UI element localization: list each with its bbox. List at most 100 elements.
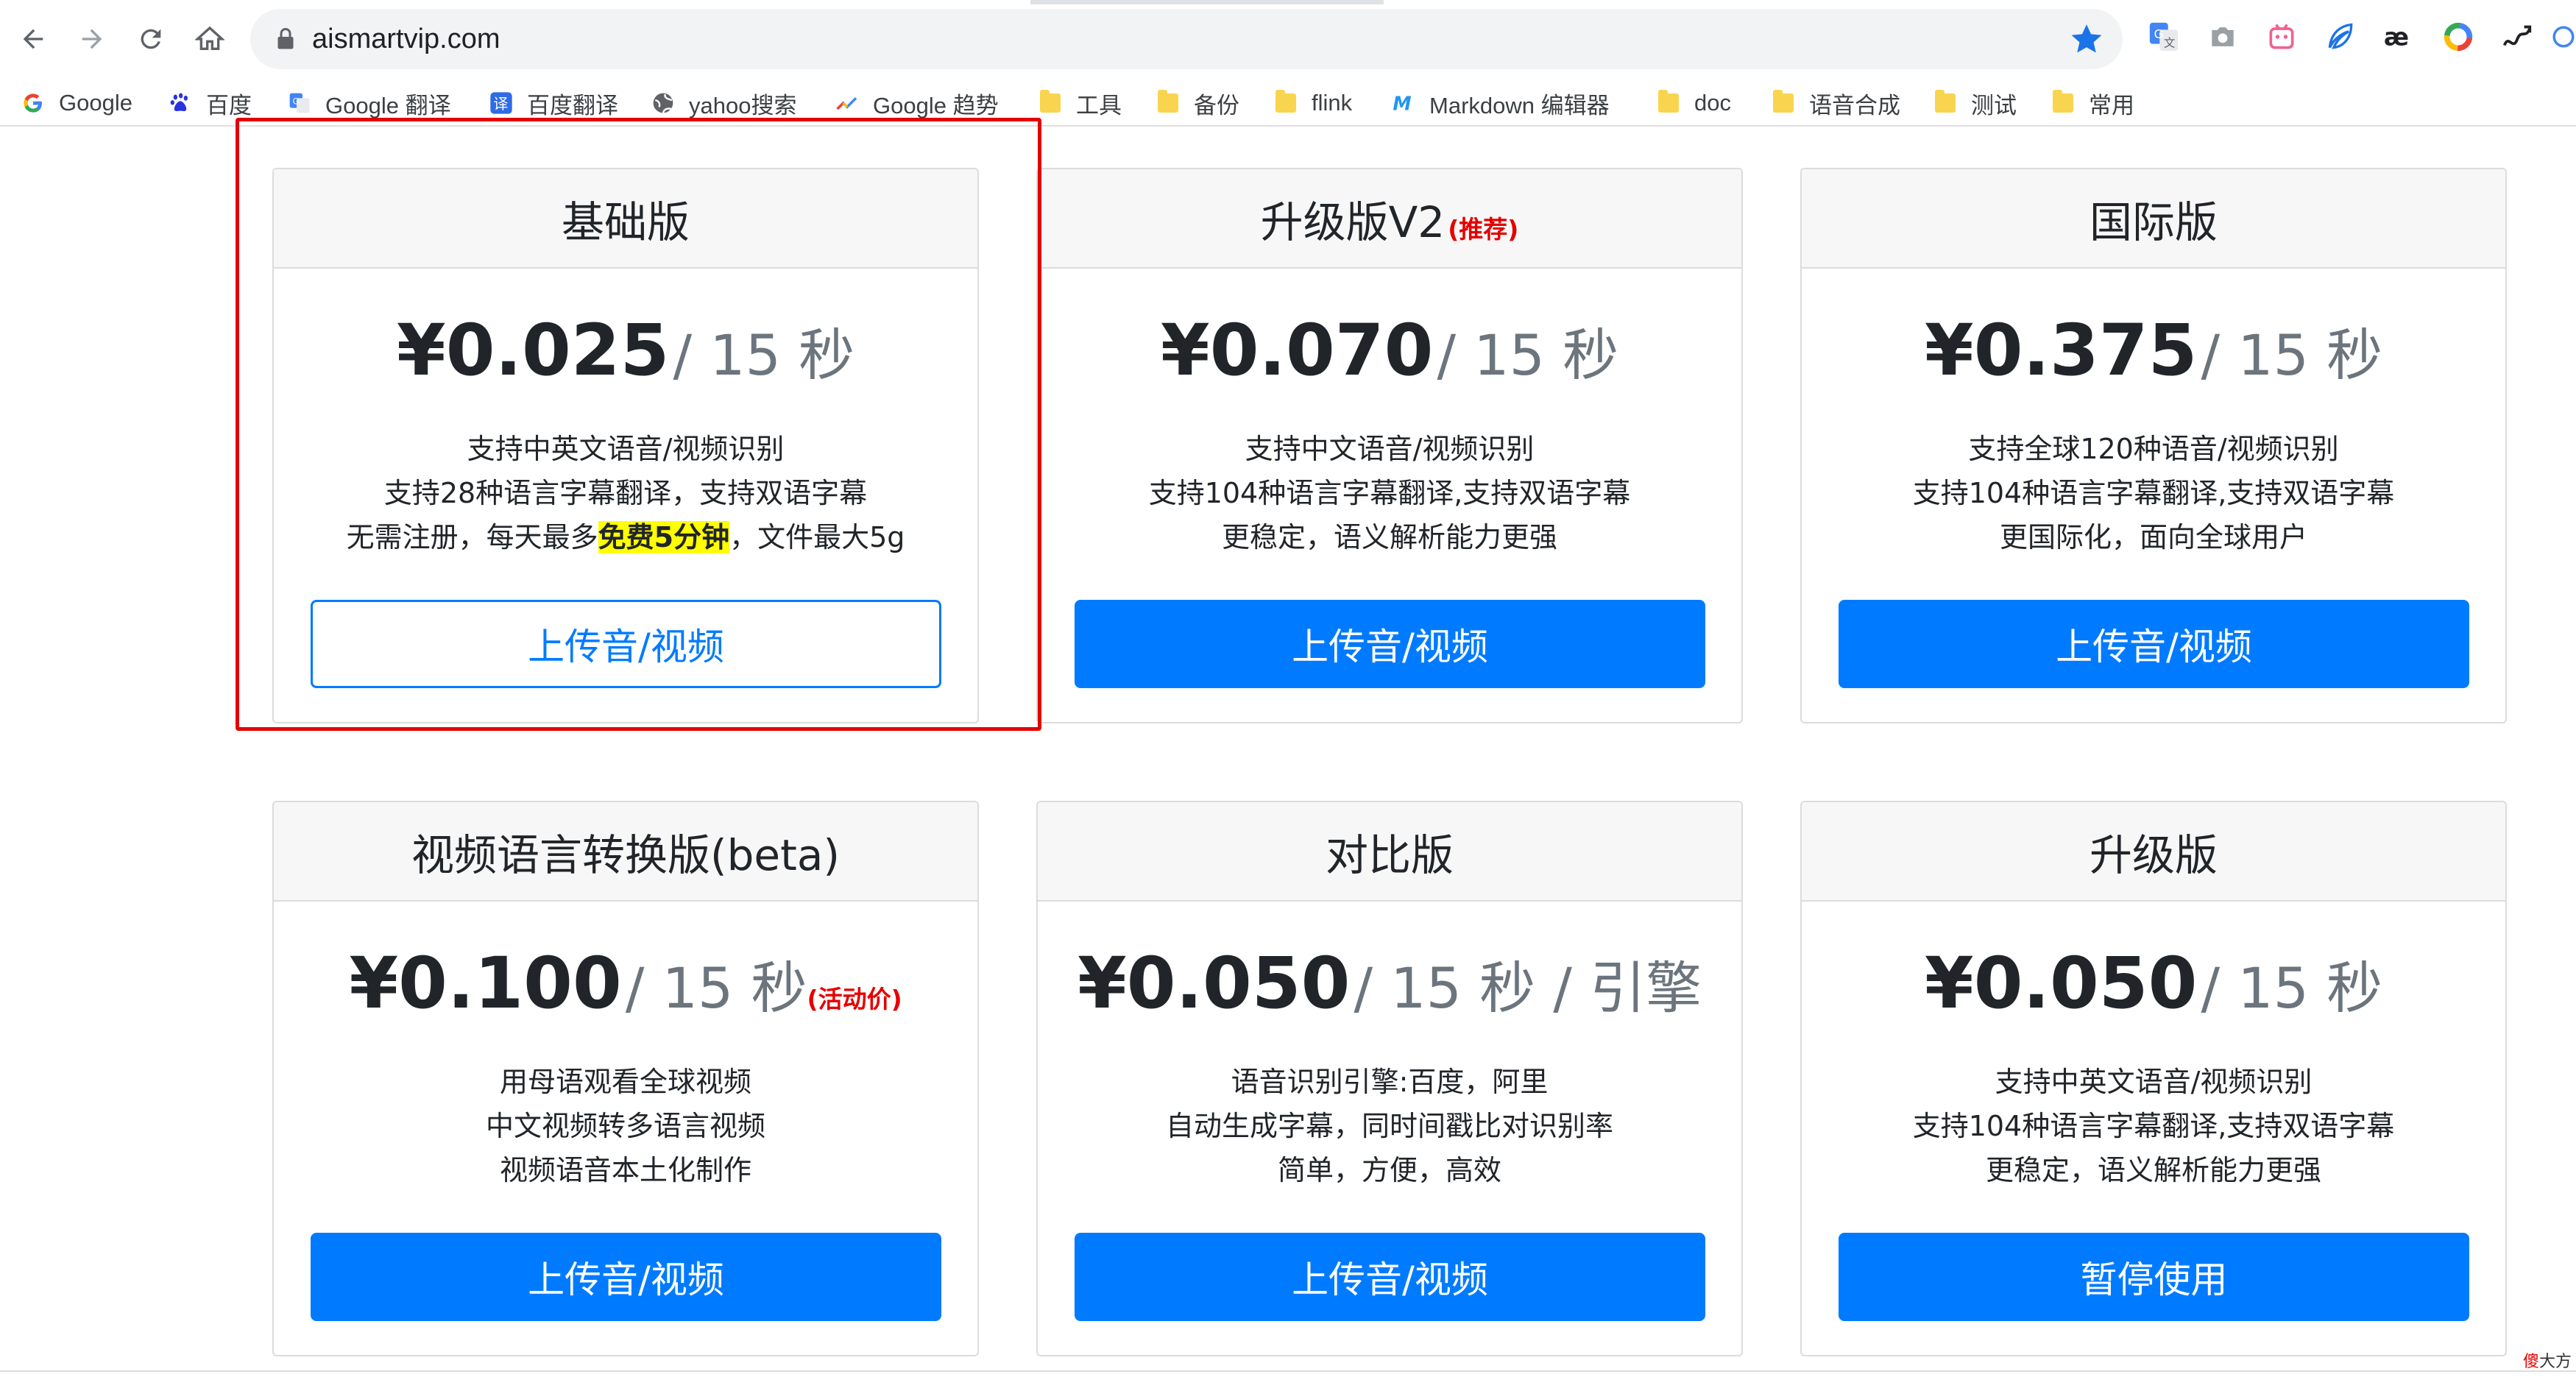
bookmark-label: Google 翻译 [325,92,451,118]
bookmark-folder-test[interactable]: 测试 [1933,84,2017,122]
extension-ae[interactable]: æ [2379,16,2420,57]
color-ring-icon [2444,22,2473,52]
feature-item: 支持中英文语音/视频识别 [467,433,785,465]
folder-icon [1156,90,1181,116]
svg-text:G: G [293,96,300,106]
price-unit: / 15 秒 / 引擎 [1354,955,1702,1021]
feature-item: 自动生成字幕，同时间戳比对识别率 [1165,1110,1613,1142]
feature-item: 更国际化，面向全球用户 [1999,521,2307,553]
partial-extension-icon [2552,26,2575,48]
arrow-left-icon [23,29,43,49]
bookmark-label: Markdown 编辑器 [1429,92,1610,118]
price-row: ¥0.025 / 15 秒 [274,309,977,392]
upload-button-basic[interactable]: 上传音/视频 [311,600,941,688]
price-row: ¥0.050 / 15 秒 / 引擎 [1038,942,1741,1024]
home-button[interactable] [187,16,233,62]
bookmark-folder-flink[interactable]: flink [1273,84,1352,122]
inactive-tab-edge[interactable] [1384,0,2576,4]
bookmark-folder-doc[interactable]: doc [1656,84,1731,122]
address-bar[interactable]: aismartvip.com [250,9,2123,69]
feature-list: 支持全球120种语音/视频识别 支持104种语言字幕翻译,支持双语字幕 更国际化… [1802,427,2505,559]
pricing-card-international: 国际版 ¥0.375 / 15 秒 支持全球120种语音/视频识别 支持104种… [1800,168,2507,723]
svg-text:M: M [1393,92,1411,114]
bookmark-star-icon[interactable] [2068,21,2105,57]
feature-text: ，文件最大5g [729,521,905,553]
bookmark-baidu-translate[interactable]: 译 百度翻译 [489,84,618,122]
card-title: 对比版 [1038,802,1741,902]
price: ¥0.050 [1077,942,1351,1024]
folder-icon [1933,90,1958,116]
feature-item: 用母语观看全球视频 [499,1066,751,1098]
bookmark-folder-tts[interactable]: 语音合成 [1771,84,1900,122]
active-tab-edge[interactable] [0,0,1030,4]
feature-list: 用母语观看全球视频 中文视频转多语言视频 视频语音本土化制作 [274,1060,977,1192]
wave-arrow-icon [2502,25,2532,46]
feature-item: 中文视频转多语言视频 [485,1110,765,1142]
pricing-card-upgrade-v2: 升级版V2 (推荐) ¥0.070 / 15 秒 支持中文语音/视频识别 支持10… [1036,168,1743,723]
svg-text:文: 文 [2164,36,2175,49]
forward-button[interactable] [69,16,115,62]
upload-button-upgrade-v2[interactable]: 上传音/视频 [1075,600,1705,688]
feature-item: 支持104种语言字幕翻译,支持双语字幕 [1912,1110,2395,1142]
upload-button-video-conversion[interactable]: 上传音/视频 [311,1233,941,1321]
bookmark-label: 百度 [206,92,252,118]
feature-item: 语音识别引擎:百度，阿里 [1231,1066,1549,1098]
camera-icon [2212,27,2234,46]
lock-icon[interactable] [272,25,299,53]
extension-wave[interactable] [2497,16,2538,57]
extension-feather[interactable] [2320,16,2361,57]
google-icon [21,91,46,116]
price: ¥0.025 [396,309,670,392]
google-translate-icon: G [287,91,312,116]
pause-use-button[interactable]: 暂停使用 [1839,1233,2469,1321]
bookmark-folder-backup[interactable]: 备份 [1156,84,1239,122]
card-title: 升级版V2 (推荐) [1038,169,1741,269]
bookmark-folder-tools[interactable]: 工具 [1038,84,1122,122]
folder-icon [2050,90,2076,116]
bookmark-google-translate[interactable]: G Google 翻译 [287,84,451,122]
reload-button[interactable] [128,16,174,62]
back-button[interactable] [10,16,56,62]
extension-colorwheel[interactable] [2438,16,2479,57]
bookmark-markdown[interactable]: M Markdown 编辑器 [1391,84,1610,122]
arrow-right-icon [82,29,102,49]
markdown-icon: M [1391,91,1416,116]
bookmark-label: Google 趋势 [873,92,999,118]
price-unit: / 15 秒 [2201,955,2383,1021]
price: ¥0.070 [1160,309,1434,392]
price-unit: / 15 秒 [1437,322,1619,388]
upload-button-comparison[interactable]: 上传音/视频 [1075,1233,1705,1321]
upload-button-international[interactable]: 上传音/视频 [1839,600,2469,688]
price: ¥0.050 [1924,942,2198,1024]
bookmark-google-trends[interactable]: Google 趋势 [835,84,999,122]
recommended-badge: (推荐) [1448,214,1519,244]
bookmark-folder-common[interactable]: 常用 [2050,84,2134,122]
price: ¥0.375 [1924,309,2198,392]
card-title-text: 对比版 [1325,829,1454,880]
bookmark-google[interactable]: Google [21,84,132,122]
svg-text:G: G [2154,26,2164,41]
bookmark-yahoo[interactable]: yahoo搜索 [651,84,796,122]
extension-pink[interactable] [2261,16,2302,57]
card-title: 视频语言转换版(beta) [274,802,977,902]
feature-item: 支持全球120种语音/视频识别 [1968,433,2339,465]
browser-toolbar: aismartvip.com G文 æ [0,0,2576,81]
bookmark-label: 工具 [1076,92,1122,118]
watermark-red-char: 傻 [2522,1353,2539,1371]
svg-text:æ: æ [2384,24,2409,52]
url-text[interactable]: aismartvip.com [312,19,500,59]
pricing-card-upgrade: 升级版 ¥0.050 / 15 秒 支持中英文语音/视频识别 支持104种语言字… [1800,801,2507,1356]
extension-translate[interactable]: G文 [2143,16,2184,57]
price-unit: / 15 秒 [2201,322,2383,388]
bookmark-baidu[interactable]: 百度 [168,84,252,122]
ae-ligature-icon: æ [2384,24,2409,52]
baidu-paw-icon [168,91,193,116]
baidu-translate-icon: 译 [489,91,514,116]
card-title-text: 升级版 [2089,829,2218,880]
bookmark-label: yahoo搜索 [689,92,797,118]
extension-camera[interactable] [2202,16,2243,57]
price-row: ¥0.050 / 15 秒 [1802,942,2505,1024]
feature-item: 更稳定，语义解析能力更强 [1985,1154,2321,1186]
feature-text: 无需注册，每天最多 [346,521,598,553]
extension-partial[interactable] [2551,16,2576,57]
